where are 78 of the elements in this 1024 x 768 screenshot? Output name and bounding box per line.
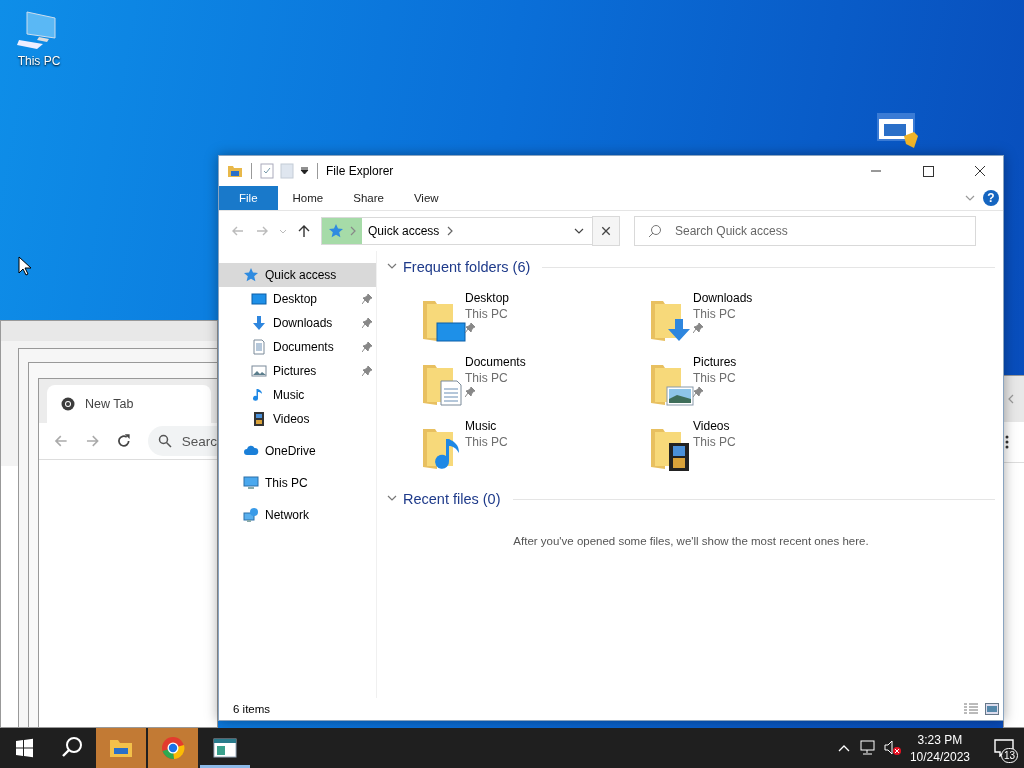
chevron-down-icon <box>387 261 397 271</box>
pin-icon <box>362 342 372 352</box>
address-field[interactable]: Searc <box>147 426 217 456</box>
close-icon[interactable] <box>592 216 620 246</box>
chevron-down-icon <box>387 493 397 503</box>
pin-icon <box>362 366 372 376</box>
folder-tile[interactable]: Videos This PC <box>647 417 875 481</box>
pin-icon <box>362 318 372 328</box>
network-icon[interactable] <box>859 740 878 756</box>
nav-item[interactable]: Network <box>219 503 376 527</box>
ribbon-tab[interactable]: View <box>398 186 454 210</box>
pin-icon <box>693 323 703 333</box>
details-view-icon[interactable] <box>963 703 979 715</box>
folder-tile[interactable]: Music This PC <box>419 417 647 481</box>
window-app-icon <box>213 738 237 758</box>
notifications-button[interactable]: 13 <box>984 728 1024 768</box>
chevron-down-icon <box>574 226 584 236</box>
nav-item[interactable]: Desktop <box>219 287 376 311</box>
folder-tile[interactable]: Downloads This PC <box>647 289 875 353</box>
star-icon <box>328 223 344 239</box>
mouse-pointer-icon <box>18 256 32 276</box>
search-field[interactable]: Search Quick access <box>634 216 976 246</box>
section-header[interactable]: Recent files (0) <box>403 491 501 507</box>
up-arrow-icon[interactable] <box>297 224 311 238</box>
search-icon <box>157 434 172 448</box>
chevron-down-icon <box>965 193 975 203</box>
back-icon[interactable] <box>231 224 245 238</box>
empty-message: After you've opened some files, we'll show the most recent ones here. <box>512 535 870 547</box>
chrome-logo-icon <box>161 736 185 760</box>
ribbon-tab[interactable]: File <box>219 186 278 210</box>
folder-tile[interactable]: Desktop This PC <box>419 289 647 353</box>
help-button[interactable]: ? <box>983 190 999 206</box>
muted-speaker-icon[interactable] <box>883 740 902 756</box>
nav-item[interactable]: Quick access <box>219 263 376 287</box>
folder-tile[interactable]: Pictures This PC <box>647 353 875 417</box>
folder-tile[interactable]: Documents This PC <box>419 353 647 417</box>
section-header[interactable]: Frequent folders (6) <box>403 259 531 275</box>
monitor-icon <box>251 291 267 307</box>
nav-item[interactable]: Documents <box>219 335 376 359</box>
desktop-icon-label[interactable]: This PC <box>17 54 61 68</box>
more-icon[interactable] <box>1005 435 1009 449</box>
chrome-logo-icon <box>61 397 75 411</box>
nav-item[interactable]: Music <box>219 383 376 407</box>
star-icon <box>243 267 259 283</box>
address-bar[interactable]: Quick access <box>321 217 593 245</box>
down-arrow-icon <box>251 315 267 331</box>
pin-icon <box>465 323 475 333</box>
pin-icon <box>693 387 703 397</box>
nav-item[interactable]: This PC <box>219 471 376 495</box>
forward-icon[interactable] <box>255 224 269 238</box>
chevron-up-icon[interactable] <box>837 744 850 752</box>
notification-badge: 13 <box>1000 748 1018 763</box>
browser-tab[interactable]: New Tab <box>47 385 211 423</box>
folder-icon <box>109 738 133 758</box>
nav-item[interactable]: Downloads <box>219 311 376 335</box>
search-icon <box>648 224 662 238</box>
nav-item[interactable]: Pictures <box>219 359 376 383</box>
forward-icon[interactable] <box>84 433 101 449</box>
nav-item[interactable]: Videos <box>219 407 376 431</box>
pin-icon <box>362 294 372 304</box>
film-icon <box>251 411 267 427</box>
clock[interactable]: 3:23 PM 10/24/2023 <box>901 732 978 764</box>
ribbon-tab[interactable]: Share <box>338 186 399 210</box>
window-title: File Explorer <box>326 164 394 178</box>
properties-icon[interactable] <box>260 163 274 179</box>
monitor-icon <box>243 475 259 491</box>
nav-item[interactable]: OneDrive <box>219 439 376 463</box>
pin-icon <box>465 387 475 397</box>
folder-icon[interactable] <box>227 163 243 179</box>
picture-icon <box>251 363 267 379</box>
dropdown-icon[interactable] <box>300 167 309 175</box>
document-icon <box>251 339 267 355</box>
item-count: 6 items <box>233 703 271 715</box>
network-icon <box>243 507 259 523</box>
ribbon-tab[interactable]: Home <box>277 186 339 210</box>
large-icons-view-icon[interactable] <box>985 703 999 715</box>
back-icon[interactable] <box>53 433 69 449</box>
reload-icon[interactable] <box>116 433 132 449</box>
